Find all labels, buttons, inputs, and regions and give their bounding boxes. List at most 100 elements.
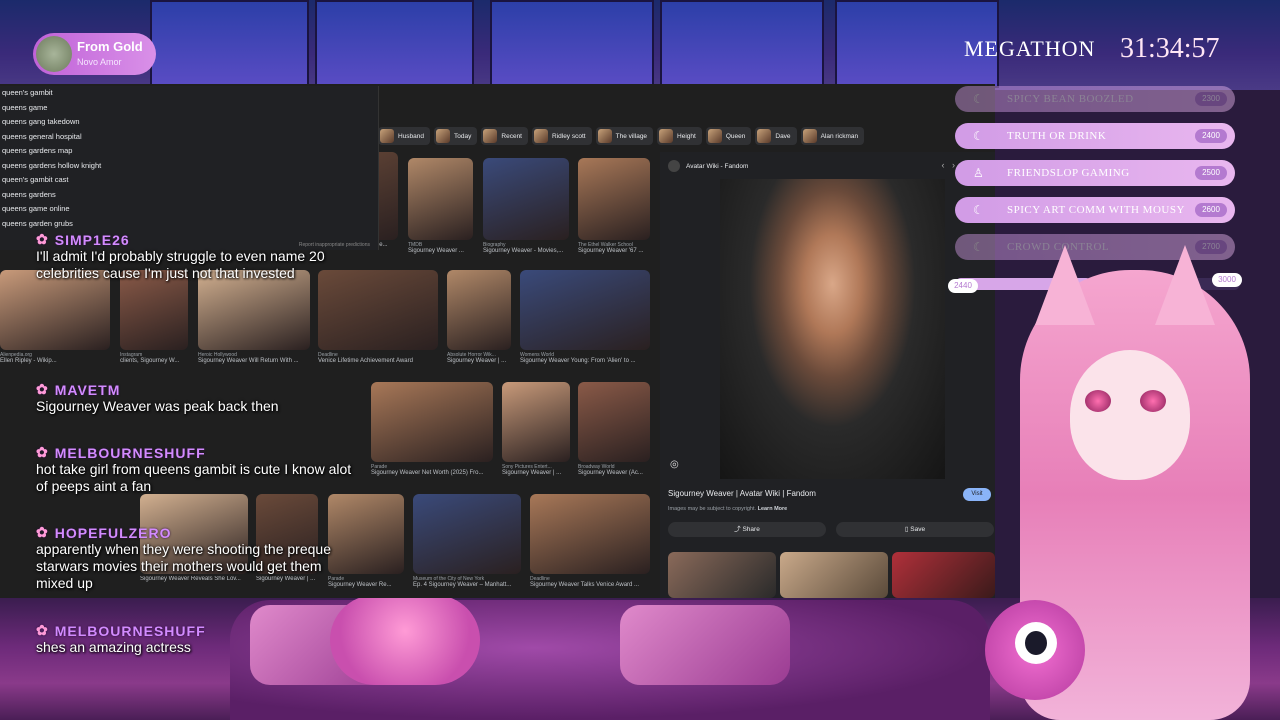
album-art — [36, 36, 72, 72]
suggestion-item[interactable]: queens garden grubs — [0, 217, 378, 232]
chat-username: ✿ MELBOURNESHUFF — [36, 444, 356, 461]
chip-label: Recent — [501, 132, 522, 140]
search-suggestions-dropdown: queen's gambit queens game queens gang t… — [0, 86, 379, 250]
image-result-caption[interactable]: Heroic Hollywood Sigourney Weaver Will Re… — [198, 352, 310, 364]
chip-thumbnail — [534, 129, 548, 143]
image-result-tile[interactable] — [447, 270, 511, 350]
image-result-title: Sigourney Weaver Will Return With ... — [198, 358, 299, 364]
goal-label: SPICY BEAN BOOZLED — [1007, 93, 1134, 105]
suggestion-item[interactable]: queens game — [0, 101, 378, 116]
preview-nav: ‹ › — [941, 160, 955, 170]
image-result-tile[interactable] — [483, 158, 569, 240]
suggestion-item[interactable]: queen's gambit — [0, 86, 378, 101]
suggestion-item[interactable]: queens game online — [0, 202, 378, 217]
chat-text: Sigourney Weaver was peak back then — [36, 398, 279, 414]
pillow-decor — [620, 605, 790, 685]
image-result-tile[interactable] — [502, 382, 570, 462]
filter-chip[interactable]: Ridley scott — [532, 127, 592, 145]
goal-item: ☾ TRUTH OR DRINK 2400 — [955, 123, 1235, 149]
mascot-eye — [1015, 622, 1057, 664]
related-image[interactable] — [668, 552, 776, 598]
image-result-title: Venice Lifetime Achievement Award — [318, 358, 413, 364]
suggestion-item[interactable]: queens general hospital — [0, 130, 378, 145]
goal-label: FRIENDSLOP GAMING — [1007, 167, 1130, 179]
image-result-caption[interactable]: TMDB Sigourney Weaver ... — [408, 242, 473, 254]
chip-thumbnail — [436, 129, 451, 143]
chat-username: ✿ MAVETM — [36, 381, 356, 398]
site-logo-icon — [668, 160, 680, 172]
image-result-tile[interactable] — [408, 158, 473, 240]
filter-chip[interactable]: Alan rickman — [800, 127, 865, 145]
chip-label: Queen — [725, 132, 746, 140]
image-result-tile[interactable] — [413, 494, 521, 574]
chip-label: The village — [615, 132, 648, 140]
filter-chip[interactable]: Today — [434, 127, 478, 145]
image-result-tile[interactable] — [0, 270, 110, 350]
image-result-title: clients, Sigourney W... — [120, 358, 180, 364]
moon-icon: ☾ — [973, 129, 984, 143]
image-result-caption[interactable]: Parade Sigourney Weaver Net Worth (2025) … — [371, 464, 493, 476]
preview-title[interactable]: Sigourney Weaver | Avatar Wiki | Fandom — [668, 489, 816, 498]
image-result-title: Sigourney Weaver Net Worth (2025) Fro... — [371, 470, 484, 476]
image-result-caption[interactable]: Womens World Sigourney Weaver Young: From… — [520, 352, 650, 364]
image-result-caption[interactable]: Instagram clients, Sigourney W... — [120, 352, 188, 364]
related-image[interactable] — [780, 552, 888, 598]
image-result-tile[interactable] — [120, 270, 188, 350]
image-result-tile[interactable] — [578, 158, 650, 240]
chip-thumbnail — [757, 129, 772, 143]
preview-image[interactable] — [720, 179, 945, 479]
image-result-tile[interactable] — [530, 494, 650, 574]
filter-chip[interactable]: Dave — [755, 127, 797, 145]
game-icon: ♙ — [973, 166, 984, 180]
chip-label: Ridley scott — [552, 132, 586, 140]
image-result-caption[interactable]: The Ethel Walker School Sigourney Weaver … — [578, 242, 650, 254]
share-label: Share — [742, 526, 760, 533]
vtuber-avatar — [965, 240, 1280, 720]
chip-label: Alan rickman — [820, 132, 859, 140]
goal-label: SPICY ART COMM WITH MOUSY — [1007, 204, 1185, 216]
image-result-tile[interactable] — [520, 270, 650, 350]
image-result-caption[interactable]: Broadway World Sigourney Weaver (Ac... — [578, 464, 650, 476]
filter-chip[interactable]: Queen — [705, 127, 752, 145]
preview-source[interactable]: Avatar Wiki - Fandom — [668, 160, 748, 172]
chat-username-text: SIMP1E26 — [54, 231, 130, 248]
avatar-eye — [1140, 390, 1166, 412]
suggestion-item[interactable]: queens gardens — [0, 188, 378, 203]
goal-item: ♙ FRIENDSLOP GAMING 2500 — [955, 160, 1235, 186]
filter-chip[interactable]: Husband — [378, 127, 431, 145]
image-result-tile[interactable] — [371, 382, 493, 462]
image-result-caption[interactable]: Deadline Sigourney Weaver Talks Venice Aw… — [530, 576, 650, 588]
suggestion-item[interactable]: queens gardens hollow knight — [0, 159, 378, 174]
song-title: From Gold — [77, 39, 143, 54]
image-result-tile[interactable] — [578, 382, 650, 462]
suggestion-item[interactable]: queens gardens map — [0, 144, 378, 159]
chip-label: Today — [454, 132, 472, 140]
image-result-tile[interactable] — [318, 270, 438, 350]
suggestion-item[interactable]: queen's gambit cast — [0, 173, 378, 188]
chat-username: ✿ SIMP1E26 — [36, 231, 356, 248]
chat-message: ✿ SIMP1E26 I'll admit I'd probably strugg… — [36, 231, 356, 282]
image-result-caption[interactable]: Biography Sigourney Weaver - Movies,... — [483, 242, 569, 254]
avatar-face — [1070, 350, 1190, 480]
filter-chip[interactable]: Height — [657, 127, 702, 145]
suggestion-item[interactable]: queens gang takedown — [0, 115, 378, 130]
image-result-caption[interactable]: Museum of the City of New York Ep. 4 Sigo… — [413, 576, 521, 588]
image-preview-panel: Avatar Wiki - Fandom ‹ › ◎ Sigourney Wea… — [660, 152, 995, 598]
chat-username-text: MELBOURNESHUFF — [54, 622, 206, 639]
image-result-caption[interactable]: Alienpedia.org Ellen Ripley - Wikip... — [0, 352, 110, 364]
learn-more-link[interactable]: Learn More — [758, 506, 788, 512]
image-result-tile[interactable] — [198, 270, 310, 350]
mascot-pupil — [1025, 631, 1047, 655]
image-result-caption[interactable]: Sony Pictures Entert... Sigourney Weaver … — [502, 464, 570, 476]
share-button[interactable]: ⤴ Share — [668, 522, 826, 537]
filter-chip[interactable]: Recent — [481, 127, 528, 145]
filter-chip[interactable]: The village — [595, 127, 654, 145]
flower-icon: ✿ — [36, 444, 49, 460]
preview-source-label: Avatar Wiki - Fandom — [686, 162, 749, 170]
image-result-caption[interactable]: Deadline Venice Lifetime Achievement Awar… — [318, 352, 438, 364]
flower-icon: ✿ — [36, 231, 49, 247]
chevron-left-icon[interactable]: ‹ — [941, 160, 944, 170]
goal-item: ☾ SPICY BEAN BOOZLED 2300 — [955, 86, 1235, 112]
image-result-caption[interactable]: Absolute Horror Wik... Sigourney Weaver |… — [447, 352, 511, 364]
lens-icon[interactable]: ◎ — [670, 459, 679, 470]
